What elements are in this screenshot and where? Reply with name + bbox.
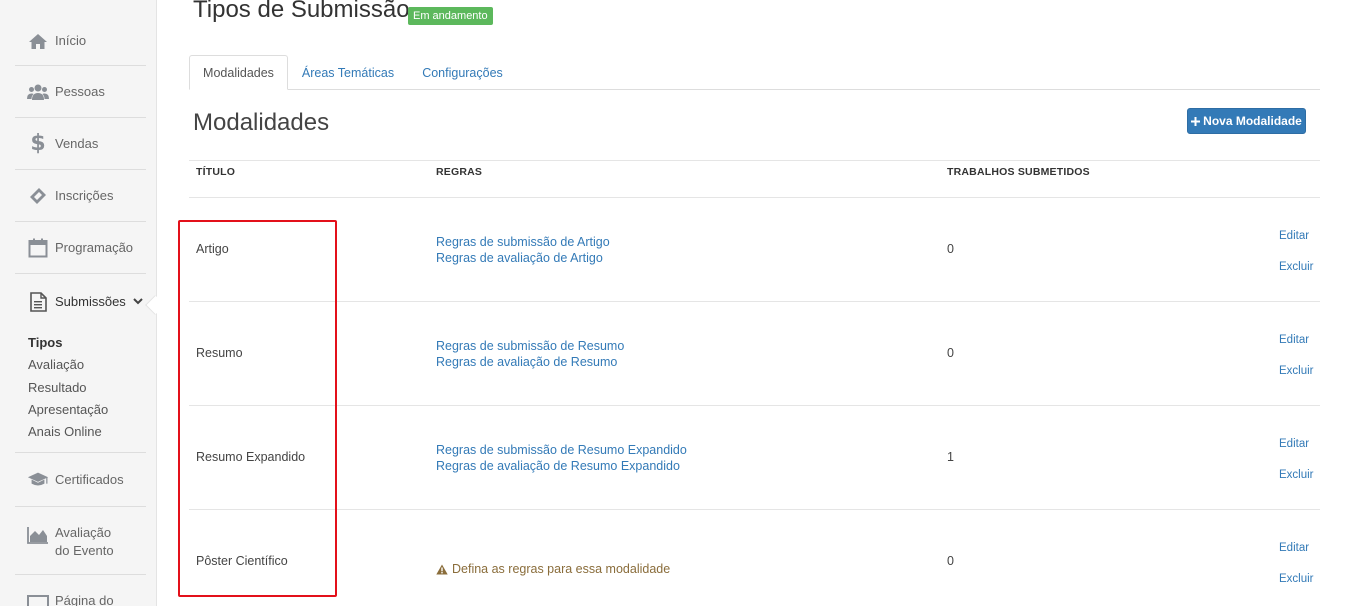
evaluation-rules-link[interactable]: Regras de avaliação de Resumo <box>436 354 617 370</box>
sidebar-item-inscricoes[interactable]: Inscrições <box>15 170 146 222</box>
edit-link[interactable]: Editar <box>1279 438 1309 450</box>
submission-rules-link[interactable]: Regras de submissão de Artigo <box>436 234 610 250</box>
sidebar-item-label: Certificados <box>55 471 124 487</box>
sidebar-item-certificados[interactable]: Certificados <box>15 453 146 507</box>
chevron-down-icon <box>133 297 143 308</box>
tab-areas-tematicas[interactable]: Áreas Temáticas <box>295 55 401 90</box>
delete-link[interactable]: Excluir <box>1279 261 1314 273</box>
submenu-item-apresentacao[interactable]: Apresentação <box>28 399 108 421</box>
sidebar-item-label: Inscrições <box>55 187 114 203</box>
table-top-border <box>189 160 1320 161</box>
submission-rules-link[interactable]: Regras de submissão de Resumo <box>436 338 624 354</box>
tab-configuracoes[interactable]: Configurações <box>412 55 513 90</box>
row-divider <box>189 509 1320 510</box>
document-icon <box>27 291 49 313</box>
sidebar-item-label: Vendas <box>55 135 99 151</box>
delete-link[interactable]: Excluir <box>1279 365 1314 377</box>
people-icon <box>27 81 49 103</box>
sidebar-item-vendas[interactable]: $ Vendas <box>15 118 146 170</box>
submitted-count: 0 <box>947 346 954 360</box>
sidebar-item-inicio[interactable]: Início <box>15 17 146 66</box>
submenu-item-avaliacao[interactable]: Avaliação <box>28 354 108 376</box>
home-icon <box>27 30 49 52</box>
window-icon <box>27 592 49 606</box>
sidebar-item-label: Avaliação do Evento <box>55 525 114 558</box>
evaluation-rules-link[interactable]: Regras de avaliação de Artigo <box>436 250 603 266</box>
sidebar-item-label: Início <box>55 33 87 48</box>
sidebar-item-programacao[interactable]: Programação <box>15 222 146 274</box>
edit-link[interactable]: Editar <box>1279 542 1309 554</box>
table-header-border <box>189 197 1320 198</box>
calendar-icon <box>27 237 49 259</box>
page-title: Tipos de Submissão <box>193 0 410 23</box>
sidebar-item-submissoes[interactable]: Submissões <box>15 274 146 330</box>
new-modality-button[interactable]: Nova Modalidade <box>1187 108 1306 134</box>
sidebar-item-avaliacao-evento[interactable]: Avaliação do Evento <box>15 507 146 575</box>
graduation-cap-icon <box>27 469 49 491</box>
plus-icon <box>1191 114 1201 129</box>
dollar-icon: $ <box>30 131 46 156</box>
sidebar-item-pessoas[interactable]: Pessoas <box>15 66 146 118</box>
delete-link[interactable]: Excluir <box>1279 573 1314 585</box>
submenu-submissoes: Tipos Avaliação Resultado Apresentação A… <box>28 332 108 443</box>
submitted-count: 0 <box>947 242 954 256</box>
sidebar-item-pagina[interactable]: Página do <box>15 575 146 606</box>
new-modality-label: Nova Modalidade <box>1203 114 1302 128</box>
sidebar: Início Pessoas $ Vendas Inscrições Progr… <box>0 0 157 606</box>
submitted-count: 0 <box>947 554 954 568</box>
evaluation-rules-link[interactable]: Regras de avaliação de Resumo Expandido <box>436 458 680 474</box>
submenu-item-tipos[interactable]: Tipos <box>28 332 108 354</box>
warning-text: Defina as regras para essa modalidade <box>452 562 671 576</box>
submenu-item-resultado[interactable]: Resultado <box>28 377 108 399</box>
rules-warning: Defina as regras para essa modalidade <box>436 562 670 576</box>
section-title: Modalidades <box>193 109 330 136</box>
column-header-trabalhos: TRABALHOS SUBMETIDOS <box>947 166 1090 178</box>
sidebar-item-label: Programação <box>55 239 134 255</box>
submission-rules-link[interactable]: Regras de submissão de Resumo Expandido <box>436 442 687 458</box>
sidebar-item-label: Pessoas <box>55 83 105 99</box>
sidebar-item-label: Página do <box>55 593 114 606</box>
submenu-item-anais-online[interactable]: Anais Online <box>28 421 108 443</box>
row-divider <box>189 301 1320 302</box>
delete-link[interactable]: Excluir <box>1279 469 1314 481</box>
tab-modalidades[interactable]: Modalidades <box>189 55 288 90</box>
edit-link[interactable]: Editar <box>1279 334 1309 346</box>
edit-link[interactable]: Editar <box>1279 230 1309 242</box>
ticket-icon <box>27 185 49 207</box>
warning-icon <box>436 564 448 574</box>
submitted-count: 1 <box>947 450 954 464</box>
column-header-titulo: TÍTULO <box>196 166 236 178</box>
status-badge: Em andamento <box>408 7 493 25</box>
area-chart-icon <box>27 524 49 546</box>
column-header-regras: REGRAS <box>436 166 483 178</box>
row-divider <box>189 405 1320 406</box>
highlight-box <box>178 220 337 597</box>
sidebar-item-label: Submissões <box>55 294 126 309</box>
